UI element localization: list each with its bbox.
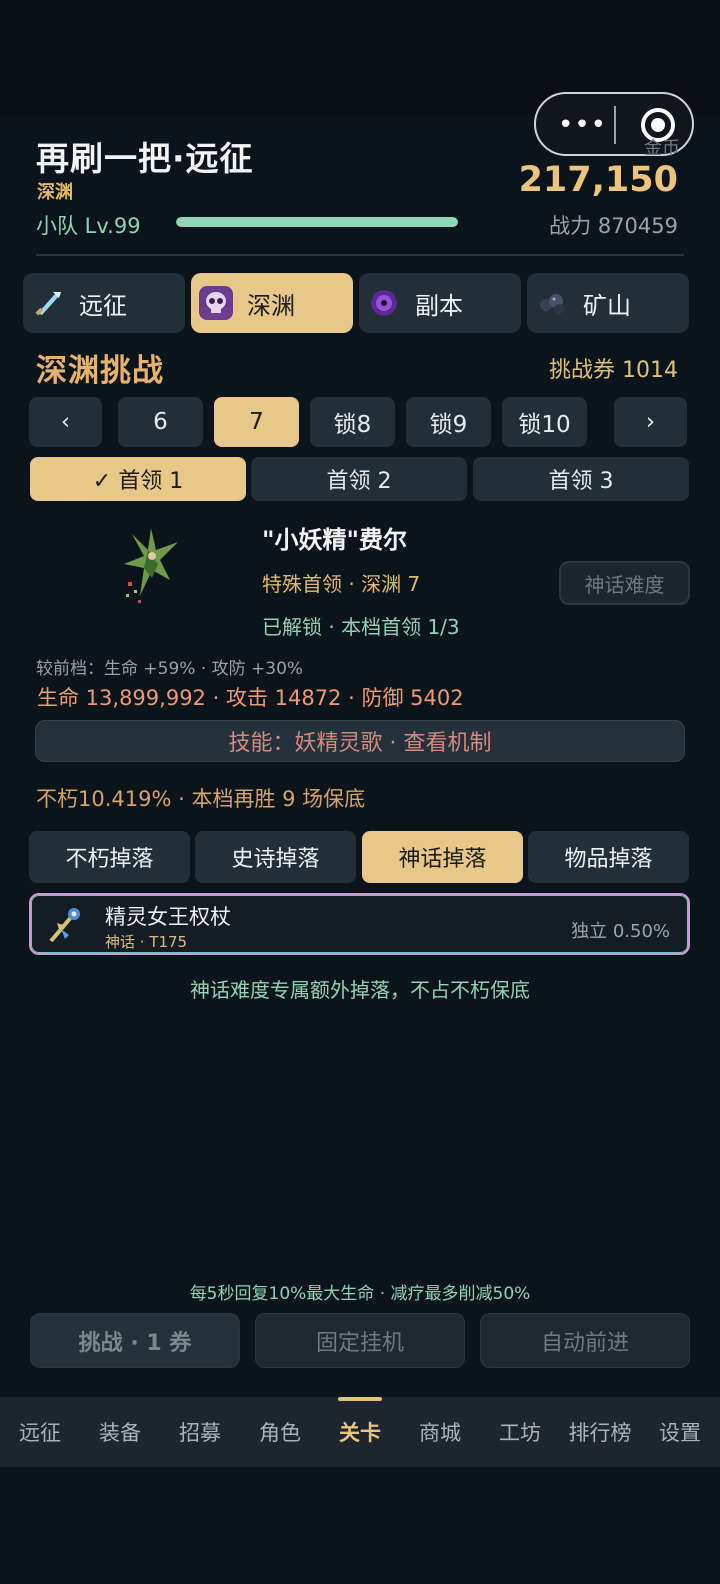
floor-button-locked[interactable]: 锁10: [502, 397, 587, 447]
nav-expedition[interactable]: 远征: [0, 1417, 80, 1447]
page-title: 再刷一把·远征: [36, 139, 254, 178]
currency-label: 金币: [644, 138, 680, 159]
nav-settings[interactable]: 设置: [640, 1417, 720, 1447]
drop-item-card[interactable]: 精灵女王权杖 神话 · T175 独立 0.50%: [29, 893, 690, 955]
header-divider: [36, 254, 684, 256]
skill-mechanics-button[interactable]: 技能：妖精灵歌 · 查看机制: [35, 720, 685, 762]
boss-tab-2[interactable]: 首领 2: [251, 457, 467, 501]
boss-regen-note: 每5秒回复10%最大生命 · 减疗最多削减50%: [189, 1284, 531, 1304]
ore-icon: [535, 286, 569, 320]
team-level: 小队 Lv.99: [36, 214, 141, 238]
boss-stats: 生命 13,899,992 · 攻击 14872 · 防御 5402: [37, 686, 464, 710]
nav-leaderboard[interactable]: 排行榜: [560, 1417, 640, 1447]
floor-button-locked[interactable]: 锁9: [406, 397, 491, 447]
scepter-icon: [43, 905, 85, 947]
page-subtitle: 深渊: [37, 182, 73, 203]
tab-expedition[interactable]: 远征: [23, 273, 185, 333]
boss-sprite: [118, 520, 184, 608]
skull-icon: [199, 286, 233, 320]
nav-active-indicator: [338, 1397, 382, 1401]
drop-item-tier: 神话 · T175: [105, 933, 188, 951]
floor-button[interactable]: 6: [118, 397, 203, 447]
nav-equipment[interactable]: 装备: [80, 1417, 160, 1447]
challenge-button[interactable]: 挑战 · 1 券: [30, 1313, 240, 1368]
tab-mine[interactable]: 矿山: [527, 273, 689, 333]
auto-advance-button[interactable]: 自动前进: [480, 1313, 690, 1368]
ticket-count: 挑战券 1014: [549, 358, 678, 383]
boss-tab-1[interactable]: ✓ 首领 1: [30, 457, 246, 501]
boss-tab-3[interactable]: 首领 3: [473, 457, 689, 501]
nav-stages[interactable]: 关卡: [320, 1417, 400, 1447]
drop-guarantee: 不朽10.419% · 本档再胜 9 场保底: [36, 787, 366, 811]
tab-label: 矿山: [583, 291, 631, 320]
boss-unlock-status: 已解锁 · 本档首领 1/3: [262, 615, 460, 639]
tab-label: 副本: [415, 291, 463, 320]
floor-button-selected[interactable]: 7: [214, 397, 299, 447]
nav-recruit[interactable]: 招募: [160, 1417, 240, 1447]
myth-difficulty-button[interactable]: 神话难度: [559, 561, 690, 605]
combat-power: 战力 870459: [549, 214, 678, 238]
xp-bar: [176, 217, 458, 227]
bottom-spacer: [0, 1467, 720, 1584]
capsule-divider: [614, 106, 616, 144]
drop-item-name: 精灵女王权杖: [105, 905, 231, 929]
tab-abyss[interactable]: 深渊: [191, 273, 353, 333]
boss-type: 特殊首领 · 深渊 7: [262, 572, 421, 596]
floor-button-locked[interactable]: 锁8: [310, 397, 395, 447]
tab-dungeon[interactable]: 副本: [359, 273, 521, 333]
currency-value: 217,150: [518, 160, 678, 200]
next-floor-button[interactable]: ›: [614, 397, 687, 447]
prev-floor-button[interactable]: ‹: [29, 397, 102, 447]
boss-name: "小妖精"费尔: [262, 526, 408, 554]
xp-bar-fill: [176, 217, 458, 227]
crystal-sword-icon: [31, 286, 65, 320]
tab-immortal-drops[interactable]: 不朽掉落: [29, 831, 190, 883]
tier-comparison: 较前档：生命 +59% · 攻防 +30%: [36, 659, 304, 679]
tab-epic-drops[interactable]: 史诗掉落: [195, 831, 356, 883]
purple-vortex-icon: [367, 286, 401, 320]
tab-label: 远征: [79, 291, 127, 320]
drop-item-rate: 独立 0.50%: [571, 921, 670, 942]
mode-tabs: 远征 深渊 副本 矿山: [23, 273, 697, 333]
nav-workshop[interactable]: 工坊: [480, 1417, 560, 1447]
more-options-icon[interactable]: •••: [558, 110, 606, 140]
idle-button[interactable]: 固定挂机: [255, 1313, 465, 1368]
section-title: 深渊挑战: [36, 353, 164, 389]
tab-item-drops[interactable]: 物品掉落: [528, 831, 689, 883]
drop-note: 神话难度专属额外掉落，不占不朽保底: [190, 978, 530, 1002]
tab-myth-drops[interactable]: 神话掉落: [362, 831, 523, 883]
tab-label: 深渊: [247, 291, 295, 320]
nav-shop[interactable]: 商城: [400, 1417, 480, 1447]
nav-characters[interactable]: 角色: [240, 1417, 320, 1447]
